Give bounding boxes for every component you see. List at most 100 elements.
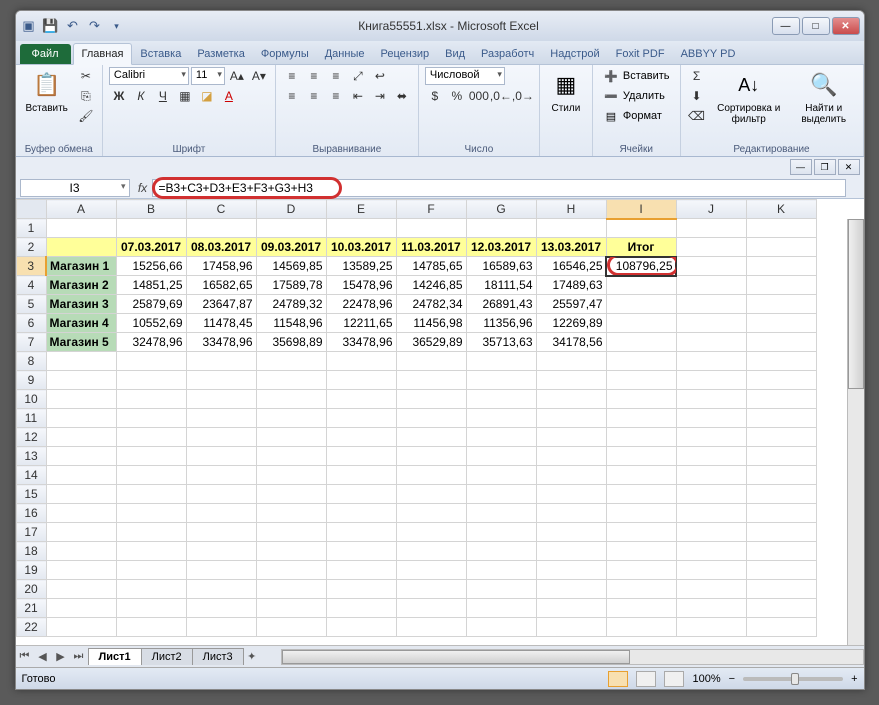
cell[interactable] [396, 485, 466, 504]
row-header[interactable]: 3 [16, 257, 46, 276]
cell[interactable]: Магазин 4 [46, 314, 116, 333]
tab-home[interactable]: Главная [73, 43, 133, 65]
mdi-minimize[interactable]: — [790, 159, 812, 175]
formula-input[interactable] [152, 179, 846, 197]
maximize-button[interactable]: □ [802, 17, 830, 35]
cell[interactable] [256, 390, 326, 409]
cell[interactable] [186, 428, 256, 447]
cell[interactable] [466, 485, 536, 504]
cell[interactable] [676, 599, 746, 618]
cell[interactable] [46, 485, 116, 504]
row-header[interactable]: 2 [16, 238, 46, 257]
cell[interactable] [326, 219, 396, 238]
cell[interactable]: 36529,89 [396, 333, 466, 352]
cell[interactable] [606, 542, 676, 561]
cell[interactable]: 34178,56 [536, 333, 606, 352]
cell[interactable] [536, 428, 606, 447]
cell[interactable] [326, 352, 396, 371]
cell[interactable] [746, 618, 816, 637]
cell[interactable] [676, 409, 746, 428]
autosum-icon[interactable]: Σ [687, 67, 707, 85]
cell[interactable] [466, 371, 536, 390]
tab-layout[interactable]: Разметка [189, 44, 253, 64]
row-header[interactable]: 7 [16, 333, 46, 352]
row-header[interactable]: 15 [16, 485, 46, 504]
format-cells-button[interactable]: ▤Формат [599, 107, 674, 125]
cell[interactable] [46, 238, 116, 257]
cell[interactable] [256, 580, 326, 599]
cell[interactable] [606, 409, 676, 428]
cell[interactable] [326, 371, 396, 390]
cell[interactable] [676, 523, 746, 542]
cell[interactable] [606, 428, 676, 447]
fill-icon[interactable]: ⬇ [687, 87, 707, 105]
cell[interactable] [256, 447, 326, 466]
cell[interactable] [46, 409, 116, 428]
cell[interactable] [466, 542, 536, 561]
cell[interactable]: 07.03.2017 [116, 238, 186, 257]
column-header[interactable]: I [606, 200, 676, 219]
cell[interactable] [536, 599, 606, 618]
cell[interactable] [536, 352, 606, 371]
column-header[interactable]: D [256, 200, 326, 219]
cell[interactable] [746, 314, 816, 333]
cell[interactable] [186, 447, 256, 466]
cell[interactable]: 23647,87 [186, 295, 256, 314]
column-header[interactable]: K [746, 200, 816, 219]
cell[interactable] [466, 409, 536, 428]
cell[interactable] [186, 352, 256, 371]
paste-button[interactable]: 📋 Вставить [22, 67, 72, 116]
cell[interactable] [676, 295, 746, 314]
cell[interactable] [746, 333, 816, 352]
save-icon[interactable]: 💾 [42, 17, 60, 35]
cell[interactable] [606, 485, 676, 504]
cell[interactable] [746, 295, 816, 314]
tab-insert[interactable]: Вставка [132, 44, 189, 64]
cell[interactable] [606, 504, 676, 523]
cell[interactable] [46, 371, 116, 390]
cell[interactable]: 12.03.2017 [466, 238, 536, 257]
row-header[interactable]: 18 [16, 542, 46, 561]
indent-increase-icon[interactable]: ⇥ [370, 87, 390, 105]
tab-review[interactable]: Рецензир [372, 44, 437, 64]
cell[interactable] [746, 580, 816, 599]
tab-abbyy[interactable]: ABBYY PD [673, 44, 744, 64]
row-header[interactable]: 16 [16, 504, 46, 523]
align-left-icon[interactable]: ≡ [282, 87, 302, 105]
cell[interactable] [466, 466, 536, 485]
horizontal-scrollbar[interactable] [281, 649, 864, 665]
row-header[interactable]: 19 [16, 561, 46, 580]
cell[interactable] [606, 371, 676, 390]
cell[interactable]: 25597,47 [536, 295, 606, 314]
cell[interactable] [606, 390, 676, 409]
zoom-out-button[interactable]: − [729, 673, 735, 685]
cell[interactable] [396, 447, 466, 466]
cell[interactable] [186, 618, 256, 637]
cell[interactable] [186, 504, 256, 523]
cell[interactable] [46, 561, 116, 580]
cell[interactable] [46, 447, 116, 466]
cell[interactable] [326, 580, 396, 599]
find-select-button[interactable]: 🔍 Найти и выделить [791, 67, 857, 127]
cell[interactable]: Магазин 2 [46, 276, 116, 295]
zoom-thumb[interactable] [791, 673, 799, 685]
delete-cells-button[interactable]: ➖Удалить [599, 87, 674, 105]
percent-icon[interactable]: % [447, 87, 467, 105]
cell[interactable] [116, 409, 186, 428]
cell[interactable] [746, 599, 816, 618]
cell[interactable]: 11548,96 [256, 314, 326, 333]
cell[interactable] [326, 504, 396, 523]
cell[interactable]: 16589,63 [466, 257, 536, 276]
cell[interactable] [186, 580, 256, 599]
cell[interactable] [676, 276, 746, 295]
cell[interactable] [676, 466, 746, 485]
cell[interactable] [746, 428, 816, 447]
cell[interactable] [326, 618, 396, 637]
new-sheet-button[interactable]: ✦ [243, 650, 261, 663]
cell[interactable]: 11478,45 [186, 314, 256, 333]
cell[interactable]: Итог [606, 238, 676, 257]
cell[interactable] [46, 618, 116, 637]
cell[interactable] [116, 504, 186, 523]
row-header[interactable]: 12 [16, 428, 46, 447]
cell[interactable] [186, 523, 256, 542]
